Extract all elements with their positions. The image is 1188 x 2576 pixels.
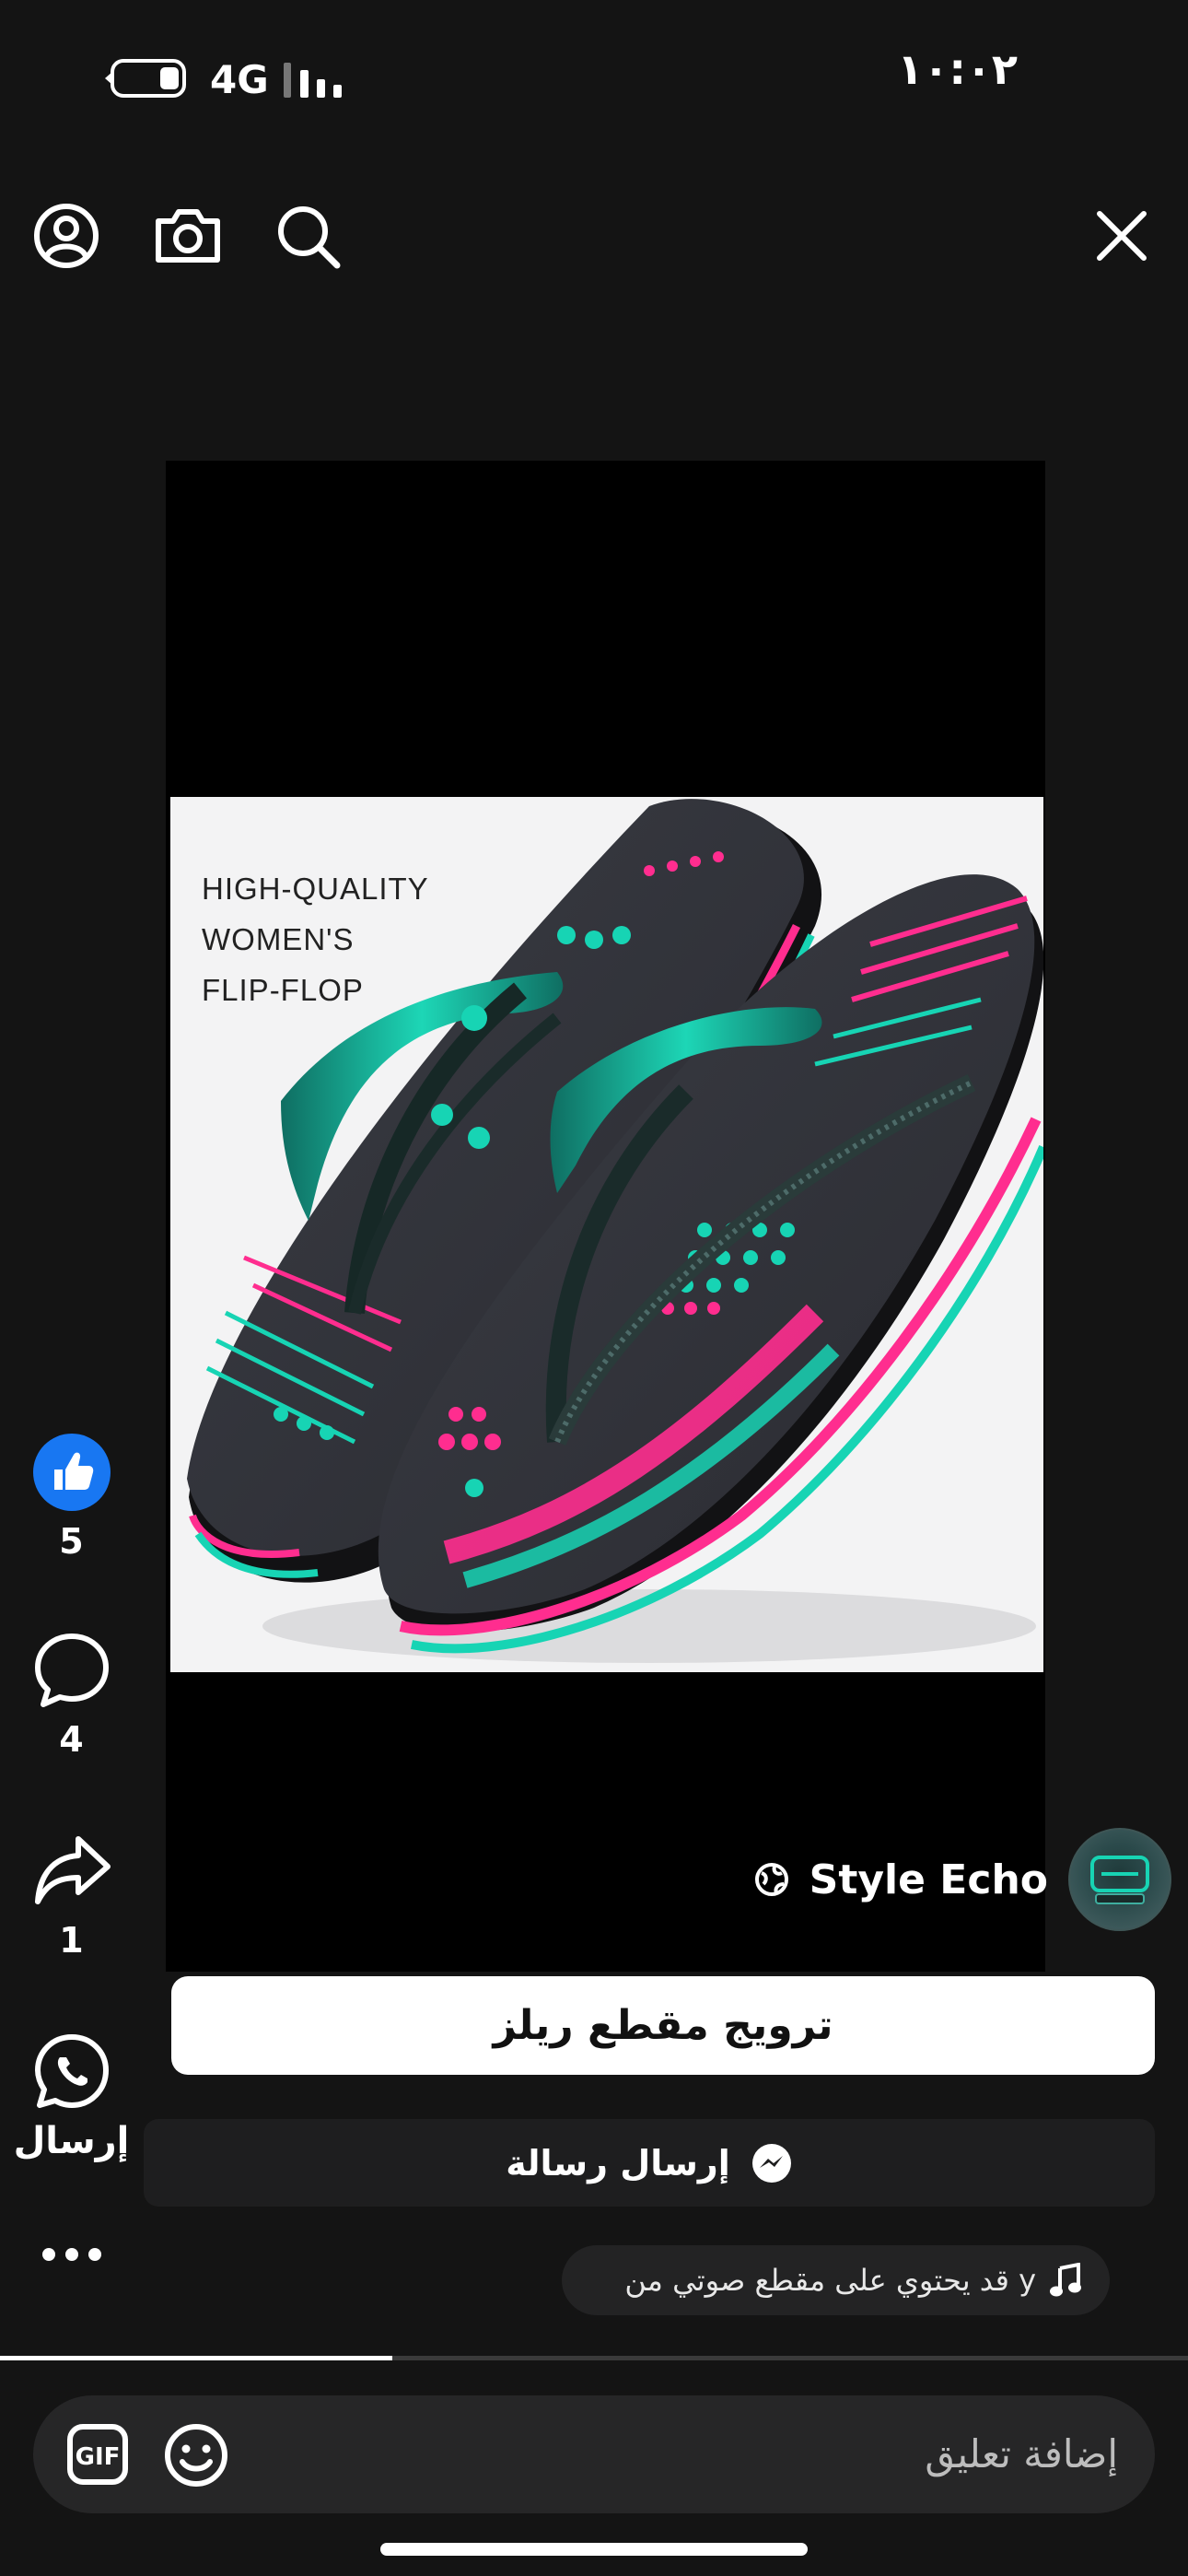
gif-icon[interactable]: GIF bbox=[66, 2423, 129, 2486]
camera-icon[interactable] bbox=[153, 205, 223, 265]
image-caption: HIGH-QUALITY WOMEN'S FLIP-FLOP bbox=[202, 872, 429, 1007]
messenger-icon bbox=[751, 2143, 791, 2183]
comment-count: 4 bbox=[59, 1719, 84, 1760]
post-author[interactable]: Style Echo bbox=[754, 1828, 1171, 1931]
globe-icon bbox=[754, 1863, 788, 1896]
send-message-button[interactable]: إرسال رسالة bbox=[144, 2119, 1155, 2207]
share-icon[interactable] bbox=[32, 1832, 111, 1911]
share-count: 1 bbox=[59, 1920, 84, 1961]
comment-placeholder[interactable]: إضافة تعليق bbox=[925, 2395, 1118, 2513]
comment-input-bar[interactable]: GIF إضافة تعليق bbox=[33, 2395, 1155, 2513]
product-image: HIGH-QUALITY WOMEN'S FLIP-FLOP bbox=[170, 797, 1043, 1672]
whatsapp-send-action[interactable]: إرسال bbox=[0, 2032, 143, 2162]
search-icon[interactable] bbox=[274, 203, 343, 271]
home-indicator[interactable] bbox=[380, 2543, 808, 2556]
svg-text:GIF: GIF bbox=[76, 2443, 121, 2471]
close-icon[interactable] bbox=[1096, 210, 1147, 262]
like-icon[interactable] bbox=[32, 1433, 111, 1512]
network-type: 4G bbox=[210, 57, 269, 102]
playback-progress[interactable] bbox=[0, 2356, 1188, 2360]
signal-icon bbox=[284, 63, 342, 98]
comment-icon[interactable] bbox=[32, 1631, 111, 1710]
like-count: 5 bbox=[59, 1521, 84, 1562]
battery-icon bbox=[105, 59, 186, 98]
share-action[interactable]: 1 bbox=[0, 1832, 143, 1961]
promote-reel-button[interactable]: ترويج مقطع ريلز bbox=[171, 1976, 1155, 2075]
top-bar bbox=[0, 184, 1188, 286]
author-name[interactable]: Style Echo bbox=[809, 1856, 1048, 1903]
status-time: ١٠:٠٢ bbox=[897, 44, 1018, 94]
promote-reel-label: ترويج مقطع ريلز bbox=[493, 2002, 833, 2049]
audio-attribution[interactable]: قد يحتوي على مقطع صوتي من y bbox=[562, 2245, 1110, 2315]
playback-progress-fill bbox=[0, 2356, 392, 2360]
send-message-label: إرسال رسالة bbox=[506, 2142, 730, 2184]
like-action[interactable]: 5 bbox=[0, 1433, 143, 1562]
send-label: إرسال bbox=[13, 2120, 130, 2162]
whatsapp-icon[interactable] bbox=[32, 2032, 111, 2111]
music-note-icon bbox=[1050, 2263, 1081, 2297]
audio-text: قد يحتوي على مقطع صوتي من y bbox=[624, 2263, 1036, 2298]
profile-icon[interactable] bbox=[33, 203, 99, 269]
status-bar: 4G ١٠:٠٢ bbox=[0, 0, 1188, 147]
comment-action[interactable]: 4 bbox=[0, 1631, 143, 1760]
emoji-icon[interactable] bbox=[164, 2423, 228, 2488]
more-options-icon[interactable] bbox=[40, 2243, 104, 2266]
brand-logo-icon bbox=[1090, 1856, 1149, 1904]
author-avatar[interactable] bbox=[1068, 1828, 1171, 1931]
